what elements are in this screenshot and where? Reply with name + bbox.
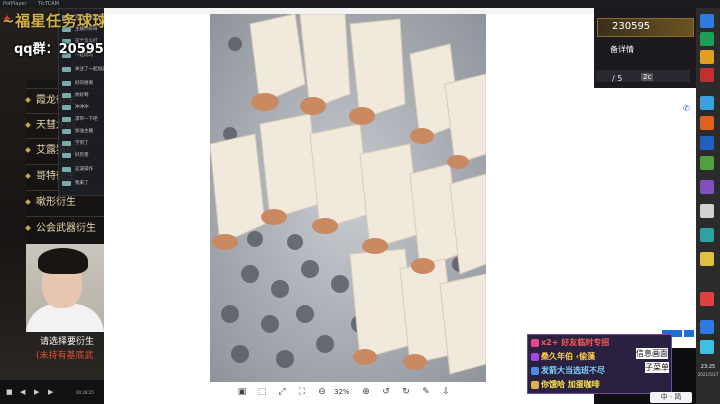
streamer-webcam [26, 244, 104, 332]
chat-avatar [62, 153, 71, 158]
fullscreen-icon[interactable]: ⛶ [296, 384, 308, 400]
game-prompt-text: 请选择要衍生 [40, 337, 95, 347]
photo-illustration [209, 13, 487, 382]
export-icon[interactable]: ⇩ [440, 384, 452, 400]
app-icon[interactable] [700, 50, 714, 64]
app-icon[interactable] [700, 116, 714, 130]
diamond-icon [25, 225, 31, 231]
diamond-icon [25, 173, 31, 179]
gift-icon [531, 353, 539, 361]
chat-avatar [62, 93, 71, 98]
zenny-score: 230595 [612, 21, 651, 32]
app-icon[interactable] [700, 252, 714, 266]
chat-message: 好厉害 [75, 153, 89, 158]
app-icon[interactable] [700, 292, 714, 306]
app-icon[interactable] [700, 14, 714, 28]
chat-message: 这波操作 [75, 167, 93, 172]
chat-avatar [62, 129, 71, 134]
chat-message: 求带一下吧 [75, 117, 98, 122]
gift-icon [531, 339, 539, 347]
chat-message: 关注了一起加油 [75, 67, 107, 72]
gift-icon [531, 381, 539, 389]
diamond-icon [25, 147, 31, 153]
app-icon[interactable] [700, 204, 714, 218]
app-icon[interactable] [700, 340, 714, 354]
chat-avatar [62, 105, 71, 110]
chat-avatar [62, 67, 71, 72]
edit-icon[interactable]: ✎ [420, 384, 432, 400]
stop-icon[interactable]: ■ [6, 388, 13, 396]
gift-icon [531, 367, 539, 375]
play-icon[interactable]: ▶ [34, 388, 39, 396]
app-icon[interactable] [700, 180, 714, 194]
submenu-label: 子菜单 [645, 362, 669, 373]
prev-icon[interactable]: ◀ [20, 388, 25, 396]
game-warning-text: (未持有基底武 [36, 351, 94, 361]
player-subtitle: TicTCAM [38, 1, 60, 7]
diamond-icon [25, 97, 31, 103]
chat-message: 我来了 [75, 181, 89, 186]
game-menu-item[interactable]: 公会武器衍生 [25, 216, 104, 241]
app-icon[interactable] [700, 156, 714, 170]
page-button[interactable]: 2c [641, 73, 654, 81]
app-icon[interactable] [700, 96, 714, 110]
diamond-icon [25, 199, 31, 205]
viewer-toolbar: ▣ ⬚ ⤢ ⛶ ⊖ 32% ⊕ ↺ ↻ ✎ ⇩ [236, 384, 466, 400]
rotate-right-icon[interactable]: ↻ [400, 384, 412, 400]
app-icon[interactable] [700, 228, 714, 242]
gift-line: 你饿哈 加蛋咖啡 [541, 380, 600, 389]
chat-avatar [62, 141, 71, 146]
rotate-left-icon[interactable]: ↺ [380, 384, 392, 400]
app-icon[interactable] [700, 136, 714, 150]
zoom-level: 32% [334, 388, 350, 396]
streamer-shirt [26, 304, 104, 332]
gift-line: x2+ 好友临时专招 [541, 338, 610, 347]
equipment-detail-label: 备详情 [610, 45, 634, 54]
crop-icon[interactable]: ⬚ [256, 384, 268, 400]
chat-message: 你好啊 [75, 93, 89, 98]
app-icon[interactable] [700, 32, 714, 46]
info-screen-label: 信息画面 [636, 348, 668, 359]
taskbar-clock[interactable]: 23:25 [697, 364, 719, 370]
app-icon[interactable] [700, 320, 714, 334]
chat-avatar [62, 167, 71, 172]
next-icon[interactable]: ▶ [48, 388, 53, 396]
streamer-hair [38, 248, 88, 274]
chat-message: 学到了 [75, 141, 89, 146]
save-icon[interactable]: ▣ [236, 384, 248, 400]
chat-avatar [62, 181, 71, 186]
app-icon[interactable] [700, 68, 714, 82]
chat-avatar [62, 117, 71, 122]
send-options-button[interactable] [684, 330, 694, 337]
phone-icon[interactable]: ✆ [683, 104, 690, 113]
dumpling-photo [209, 13, 487, 382]
player-title: PotPlayer [3, 1, 27, 7]
chat-message: 冲冲冲 [75, 105, 89, 110]
ime-indicator[interactable]: 中 · 简 [650, 392, 692, 403]
player-titlebar [0, 0, 720, 8]
gift-line: 发箭大当选班不尽 [541, 366, 605, 375]
diamond-icon [25, 122, 31, 128]
fit-icon[interactable]: ⤢ [276, 384, 288, 400]
gift-line: 桑久年伯 ‹偷藻 [541, 352, 596, 361]
playback-time: 00:28:25 [76, 390, 94, 395]
chat-avatar [62, 81, 71, 86]
zoom-in-icon[interactable]: ⊕ [360, 384, 372, 400]
page-indicator: / 5 [612, 74, 623, 83]
chat-message: 加油主播 [75, 129, 93, 134]
zoom-out-icon[interactable]: ⊖ [316, 384, 328, 400]
chat-message: 好的谢谢 [75, 81, 93, 86]
chat-window-panel [594, 88, 696, 348]
taskbar-date: 2021/5/27 [697, 372, 719, 377]
